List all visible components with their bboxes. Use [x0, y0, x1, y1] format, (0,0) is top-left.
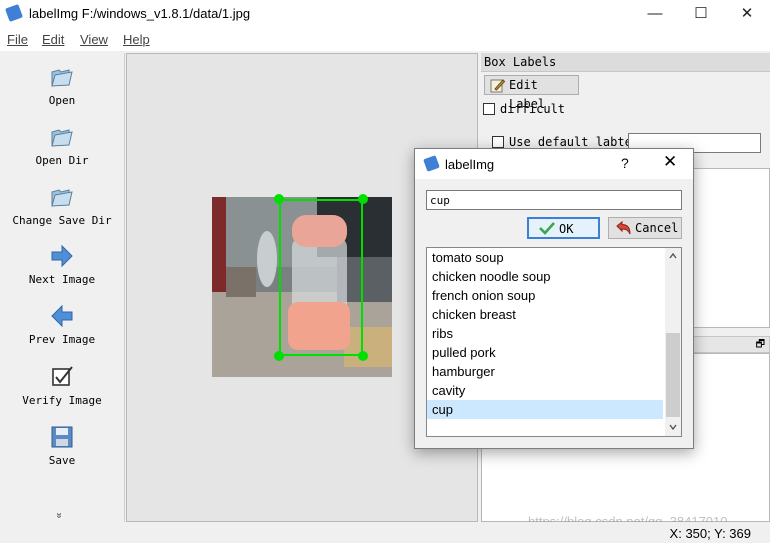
list-item[interactable]: cavity	[427, 381, 663, 400]
dialog-titlebar: labelImg ? ✕	[415, 149, 693, 179]
list-item[interactable]: chicken noodle soup	[427, 267, 663, 286]
app-icon	[423, 155, 440, 172]
change-save-dir-label: Change Save Dir	[12, 214, 112, 227]
ok-button[interactable]: OK	[527, 217, 600, 239]
use-default-label-checkbox[interactable]	[492, 136, 504, 148]
menu-bar: File Edit View Help	[0, 29, 770, 51]
undo-arrow-icon	[616, 221, 631, 235]
arrow-right-icon	[51, 244, 73, 268]
label-input[interactable]	[426, 190, 682, 210]
bbox-handle-bottom-right[interactable]	[358, 351, 368, 361]
bbox-handle-bottom-left[interactable]	[274, 351, 284, 361]
change-save-dir-button[interactable]: Change Save Dir	[0, 184, 124, 227]
close-button[interactable]: ✕	[724, 0, 770, 29]
label-dialog: labelImg ? ✕ OK Cancel tomato soup chick…	[414, 148, 694, 449]
window-titlebar: labelImg F:/windows_v1.8.1/data/1.jpg — …	[0, 0, 770, 29]
label-suggestion-list[interactable]: tomato soup chicken noodle soup french o…	[426, 247, 682, 437]
list-item[interactable]: pulled pork	[427, 343, 663, 362]
open-dir-button[interactable]: Open Dir	[0, 124, 124, 167]
arrow-left-icon	[51, 304, 73, 328]
difficult-checkbox[interactable]	[483, 103, 495, 115]
checkbox-icon	[52, 366, 73, 386]
verify-image-label: Verify Image	[22, 394, 102, 407]
status-bar: X: 350; Y: 369	[0, 522, 770, 543]
dialog-title: labelImg	[445, 157, 495, 172]
save-label: Save	[48, 454, 76, 467]
tool-bar: Open Open Dir Change Save Dir Next Image…	[0, 53, 125, 522]
menu-view[interactable]: View	[80, 32, 108, 47]
check-icon	[539, 222, 555, 235]
save-button[interactable]: Save	[0, 424, 124, 467]
floppy-disk-icon	[51, 426, 73, 448]
prev-image-label: Prev Image	[28, 333, 96, 346]
prev-image-button[interactable]: Prev Image	[0, 303, 124, 346]
next-image-button[interactable]: Next Image	[0, 243, 124, 286]
cancel-button[interactable]: Cancel	[608, 217, 682, 239]
scroll-up-icon[interactable]	[669, 253, 677, 259]
window-title: labelImg F:/windows_v1.8.1/data/1.jpg	[29, 6, 251, 21]
list-item[interactable]: tomato soup	[427, 248, 663, 267]
list-item[interactable]: ribs	[427, 324, 663, 343]
use-default-label-text: Use default labtel	[509, 135, 640, 149]
difficult-label: difficult	[500, 102, 566, 116]
folder-open-icon	[51, 189, 73, 207]
open-button[interactable]: Open	[0, 64, 124, 107]
toolbar-extension-icon[interactable]: »	[53, 513, 64, 519]
float-dock-icon[interactable]: 🗗	[756, 337, 765, 354]
box-labels-header: Box Labels	[481, 53, 770, 72]
folder-open-icon	[51, 129, 73, 147]
dialog-close-button[interactable]: ✕	[663, 152, 677, 172]
open-dir-label: Open Dir	[35, 154, 89, 167]
menu-help[interactable]: Help	[123, 32, 150, 47]
list-item-selected[interactable]: cup	[427, 400, 663, 419]
help-button[interactable]: ?	[621, 155, 629, 171]
list-item[interactable]: french onion soup	[427, 286, 663, 305]
bbox-handle-top-right[interactable]	[358, 194, 368, 204]
list-item[interactable]: hamburger	[427, 362, 663, 381]
scroll-thumb[interactable]	[666, 333, 680, 417]
folder-open-icon	[51, 69, 73, 87]
pencil-icon	[490, 79, 505, 93]
ok-label: OK	[559, 222, 574, 236]
menu-file[interactable]: File	[7, 32, 28, 47]
menu-edit[interactable]: Edit	[42, 32, 64, 47]
cursor-coords: X: 350; Y: 369	[669, 526, 751, 541]
bounding-box[interactable]	[279, 199, 363, 356]
bbox-handle-top-left[interactable]	[274, 194, 284, 204]
edit-label-button[interactable]: Edit Label	[484, 75, 579, 111]
minimize-button[interactable]: —	[632, 0, 678, 29]
maximize-button[interactable]: ☐	[678, 0, 724, 29]
scroll-down-icon[interactable]	[669, 424, 677, 430]
app-icon	[5, 4, 23, 22]
verify-image-button[interactable]: Verify Image	[0, 364, 124, 407]
open-label: Open	[48, 94, 76, 107]
cancel-label: Cancel	[635, 221, 679, 235]
list-scrollbar[interactable]	[665, 248, 681, 436]
list-item[interactable]: chicken breast	[427, 305, 663, 324]
next-image-label: Next Image	[28, 273, 96, 286]
